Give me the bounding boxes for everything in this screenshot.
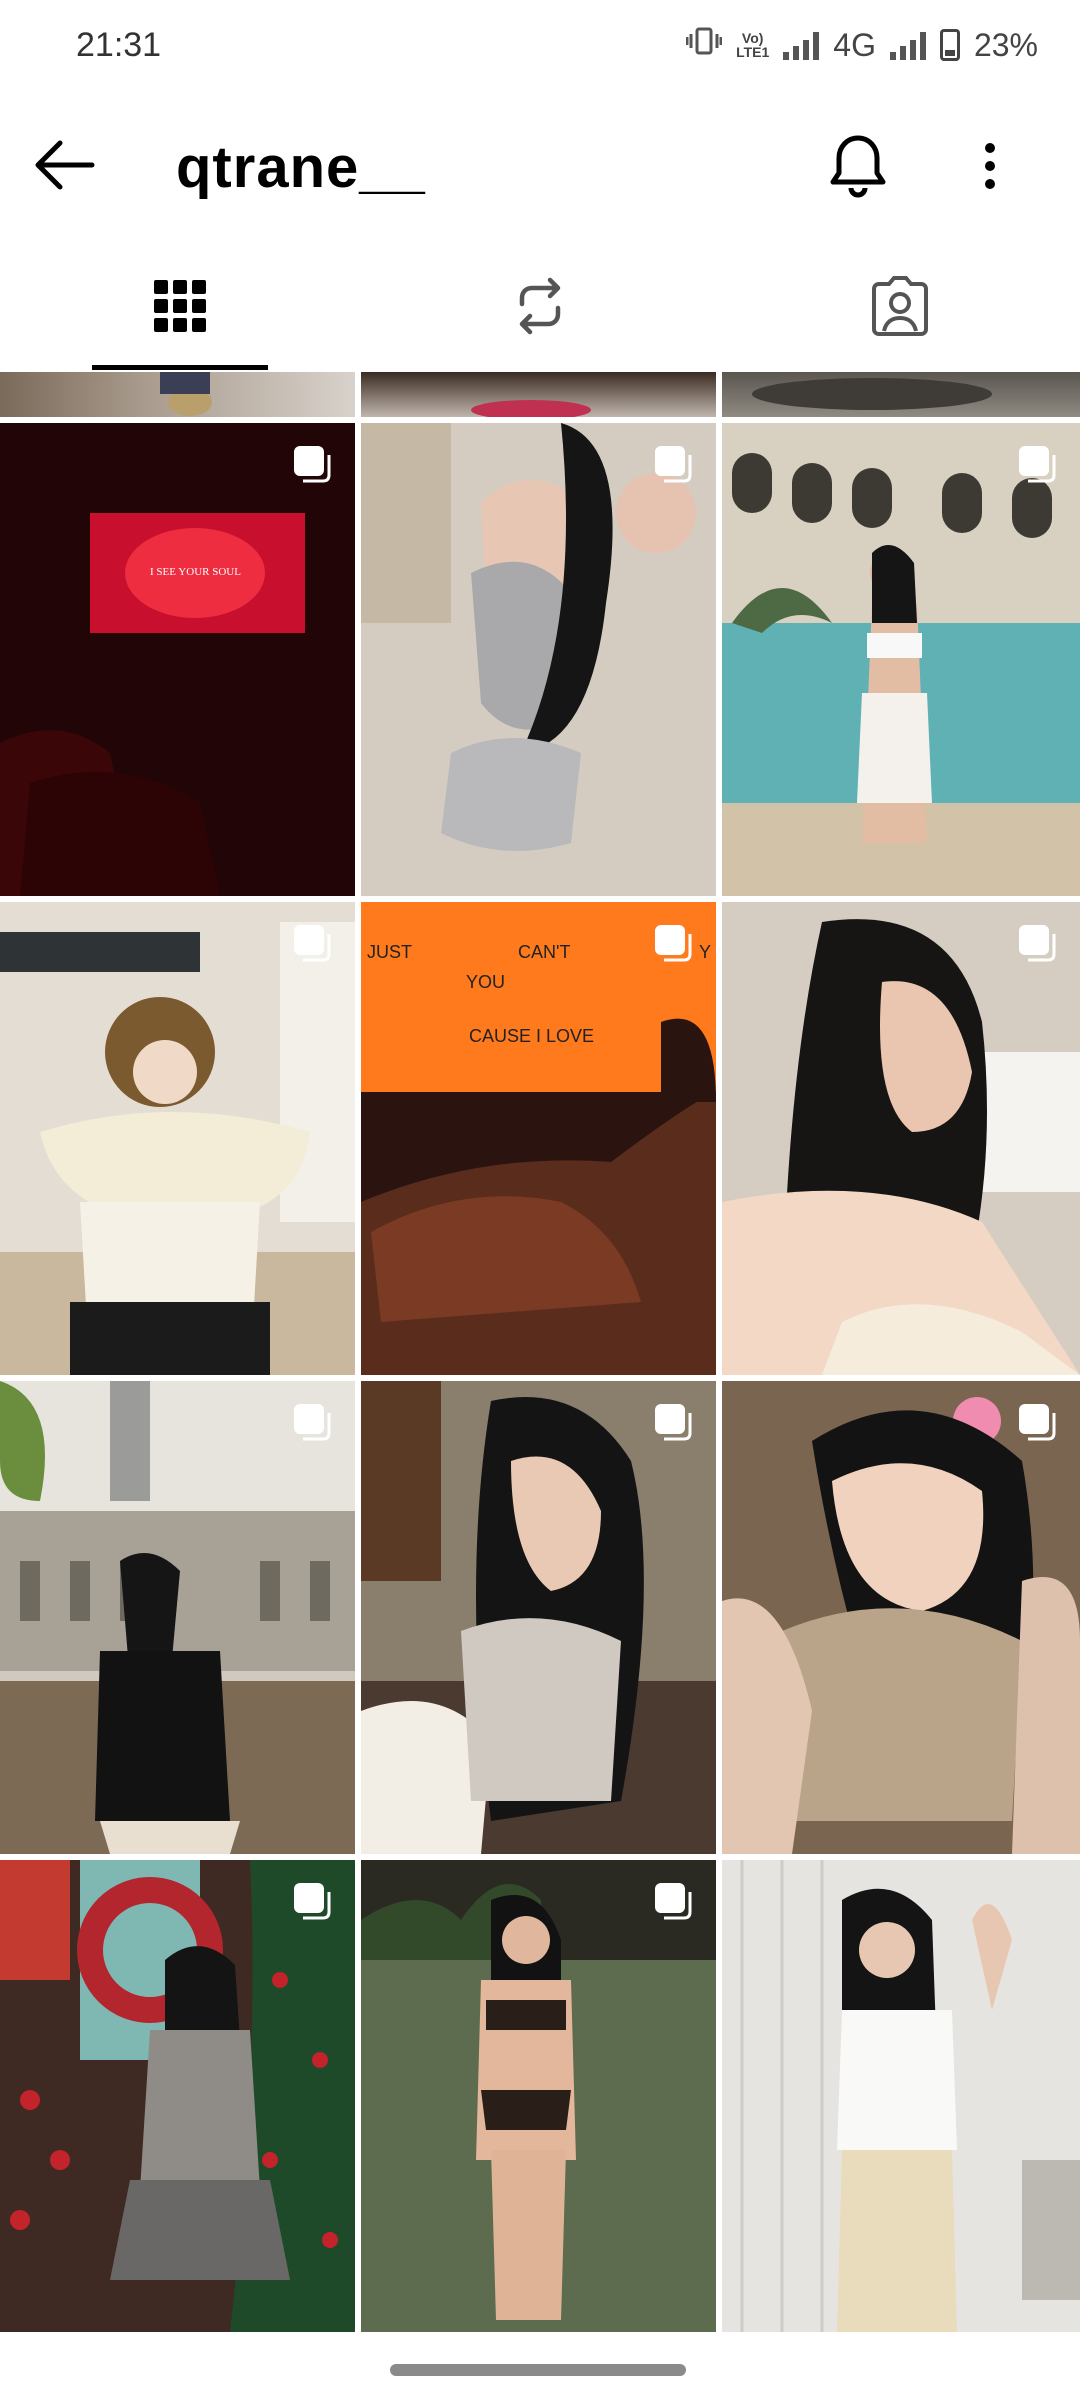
post-thumbnail[interactable] [722, 902, 1080, 1375]
post-thumbnail[interactable] [722, 1860, 1080, 2332]
status-icons: Vo) LTE1 4G 23% [685, 26, 1038, 64]
multi-post-icon [1019, 446, 1056, 483]
multi-post-icon [1019, 925, 1056, 962]
multi-post-icon [655, 925, 692, 962]
profile-tabs [0, 240, 1080, 372]
post-thumbnail[interactable] [0, 1860, 355, 2332]
volte-top: Vo) [741, 30, 764, 46]
post-thumbnail[interactable] [722, 423, 1080, 896]
profile-username: qtrane__ [176, 135, 426, 200]
bell-icon[interactable] [822, 130, 894, 202]
volte-bottom: LTE1 [736, 44, 770, 60]
battery-percent: 23% [973, 26, 1038, 63]
vibrate-icon [685, 26, 723, 64]
post-thumbnail-partial[interactable] [722, 372, 1080, 417]
multi-post-icon [655, 1404, 692, 1441]
repost-icon [519, 277, 561, 335]
signal-1-icon [783, 30, 820, 60]
tab-reposts[interactable] [360, 240, 720, 372]
post-thumbnail-partial[interactable] [0, 372, 355, 417]
grid-icon [154, 280, 206, 332]
post-thumbnail[interactable] [722, 1381, 1080, 1854]
post-overlay-text: I SEE YOUR SOUL [150, 566, 241, 578]
multi-post-icon [655, 1883, 692, 1920]
post-overlay-text: JUST [367, 942, 412, 962]
post-overlay-text: CAUSE I LOVE [469, 1026, 595, 1046]
multi-post-icon [655, 446, 692, 483]
tab-selected-indicator [92, 365, 268, 370]
signal-2-icon [889, 30, 926, 60]
post-thumbnail[interactable] [0, 1381, 355, 1854]
status-bar: 21:31 Vo) LTE1 4G 23% [0, 0, 1080, 90]
posts-grid: I SEE YOUR SOUL JUST CAN'T YOU CAUSE I L… [0, 372, 1080, 2332]
multi-post-icon [294, 446, 331, 483]
battery-icon [939, 29, 960, 61]
tab-tagged[interactable] [720, 240, 1080, 372]
network-type: 4G [833, 26, 876, 63]
multi-post-icon [294, 925, 331, 962]
back-arrow-icon[interactable] [30, 132, 100, 198]
post-thumbnail-partial[interactable] [361, 372, 716, 417]
multi-post-icon [294, 1883, 331, 1920]
tagged-person-icon [872, 276, 928, 336]
post-thumbnail[interactable]: I SEE YOUR SOUL [0, 423, 355, 896]
post-overlay-text: CAN'T [518, 942, 571, 962]
post-overlay-text: Y [699, 942, 712, 962]
post-thumbnail[interactable]: JUST CAN'T YOU CAUSE I LOVE Y [361, 902, 716, 1375]
tab-posts-grid[interactable] [0, 240, 360, 372]
multi-post-icon [294, 1404, 331, 1441]
multi-post-icon [1019, 1404, 1056, 1441]
status-time: 21:31 [76, 25, 162, 64]
profile-header: qtrane__ [0, 110, 1080, 220]
post-thumbnail[interactable] [361, 1860, 716, 2332]
post-thumbnail[interactable] [361, 423, 716, 896]
post-overlay-text: YOU [466, 972, 506, 992]
post-thumbnail[interactable] [361, 1381, 716, 1854]
more-vertical-icon[interactable] [960, 130, 1020, 202]
volte-icon: Vo) LTE1 [736, 31, 769, 59]
post-thumbnail[interactable] [0, 902, 355, 1375]
home-indicator[interactable] [390, 2364, 686, 2376]
